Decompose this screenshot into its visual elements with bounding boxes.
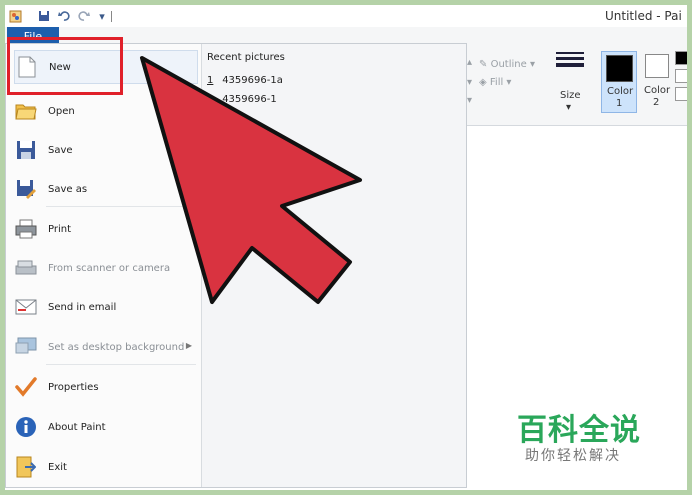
save-icon[interactable] — [37, 9, 51, 23]
redo-icon[interactable] — [77, 9, 91, 23]
window-title: Untitled - Pai — [605, 9, 682, 23]
recent-item-name: 4359696-1 — [222, 94, 277, 105]
menu-item-label: Save — [48, 144, 73, 156]
title-bar: ▾ Untitled - Pai — [5, 5, 687, 27]
color2-number: 2 — [653, 97, 660, 108]
toolbar-separator — [111, 11, 112, 22]
color1-label: Color — [607, 86, 634, 97]
watermark-title: 百科全说 — [517, 413, 641, 448]
fill-button[interactable]: ◈ Fill ▾ — [479, 77, 511, 88]
menu-item-label: Exit — [48, 461, 67, 473]
size-dropdown-icon: ▾ — [566, 102, 572, 113]
shape-scroll-down[interactable]: ▾ — [467, 77, 472, 88]
paint-window: ▾ Untitled - Pai File ✎ Outline ▾ ◈ Fill… — [5, 5, 687, 490]
open-folder-icon — [14, 99, 38, 123]
color2-swatch — [645, 54, 669, 78]
shape-gallery-more[interactable]: ▾ — [467, 95, 472, 106]
size-label: Size — [560, 90, 581, 101]
shape-scroll-up[interactable]: ▴ — [467, 57, 472, 68]
color1-number: 1 — [616, 98, 623, 109]
save-as-icon — [14, 177, 38, 201]
menu-item-label: Save as — [48, 183, 88, 195]
recent-item[interactable]: 2 4359696-1 — [207, 94, 277, 105]
recent-item-number: 2 — [207, 94, 214, 105]
color2-label: Color — [644, 85, 671, 96]
fill-label: Fill — [489, 77, 504, 88]
recent-pictures-panel — [201, 44, 466, 487]
fill-icon: ◈ — [479, 77, 487, 88]
color1-swatch — [606, 55, 633, 82]
new-highlight-box — [7, 37, 123, 95]
paint-icon[interactable] — [8, 9, 22, 23]
recent-item-name: 4359696-1a — [222, 75, 283, 86]
recent-item[interactable]: 1 4359696-1a — [207, 75, 283, 86]
recent-item-number: 1 — [207, 75, 214, 86]
menu-separator — [46, 364, 196, 365]
recent-pictures-title: Recent pictures — [207, 52, 285, 63]
menu-item-about-paint[interactable]: About Paint — [14, 410, 198, 444]
menu-item-label: Print — [48, 223, 72, 235]
color1-button[interactable]: Color 1 — [601, 51, 637, 113]
exit-icon — [14, 455, 38, 479]
customize-icon[interactable]: ▾ — [95, 9, 109, 23]
menu-separator — [46, 206, 196, 207]
email-icon — [14, 295, 38, 319]
menu-item-print[interactable]: Print — [14, 212, 198, 246]
menu-item-label: Set as desktop background — [48, 341, 185, 353]
undo-icon[interactable] — [57, 9, 71, 23]
size-button[interactable]: Size — [560, 90, 581, 101]
menu-item-label: Properties — [48, 381, 99, 393]
menu-item-from-scanner: From scanner or camera — [14, 251, 198, 285]
palette-white[interactable] — [675, 69, 687, 83]
print-icon — [14, 217, 38, 241]
menu-item-send-email[interactable]: Send in email — [14, 290, 198, 324]
palette-black[interactable] — [675, 51, 687, 65]
menu-item-save[interactable]: Save — [14, 133, 198, 167]
outline-button[interactable]: ✎ Outline ▾ — [479, 59, 535, 70]
scanner-icon — [14, 256, 38, 280]
menu-item-desktop-background: Set as desktop background ▶ — [14, 330, 198, 364]
checkmark-icon — [14, 375, 38, 399]
watermark-subtitle: 助你轻松解决 — [525, 448, 621, 464]
submenu-arrow-icon: ▶ — [185, 341, 192, 350]
menu-item-properties[interactable]: Properties — [14, 370, 198, 404]
outline-label: Outline — [490, 59, 527, 70]
desktop-icon — [14, 335, 38, 359]
menu-item-save-as[interactable]: Save as — [14, 172, 198, 206]
menu-item-label: Open — [48, 105, 75, 117]
outline-icon: ✎ — [479, 59, 488, 70]
color2-button[interactable]: Color 2 — [641, 51, 675, 111]
menu-item-exit[interactable]: Exit — [14, 450, 198, 484]
menu-item-label: About Paint — [48, 421, 106, 433]
menu-item-label: From scanner or camera — [48, 262, 171, 274]
file-menu: New Open Save Save as Print From scanner… — [5, 43, 467, 488]
menu-item-open[interactable]: Open — [14, 94, 198, 128]
menu-item-label: Send in email — [48, 301, 117, 313]
info-icon — [14, 415, 38, 439]
size-icon — [556, 52, 584, 76]
palette-empty[interactable] — [675, 87, 687, 101]
file-menu-commands: New Open Save Save as Print From scanner… — [6, 44, 201, 487]
save-icon — [14, 138, 38, 162]
